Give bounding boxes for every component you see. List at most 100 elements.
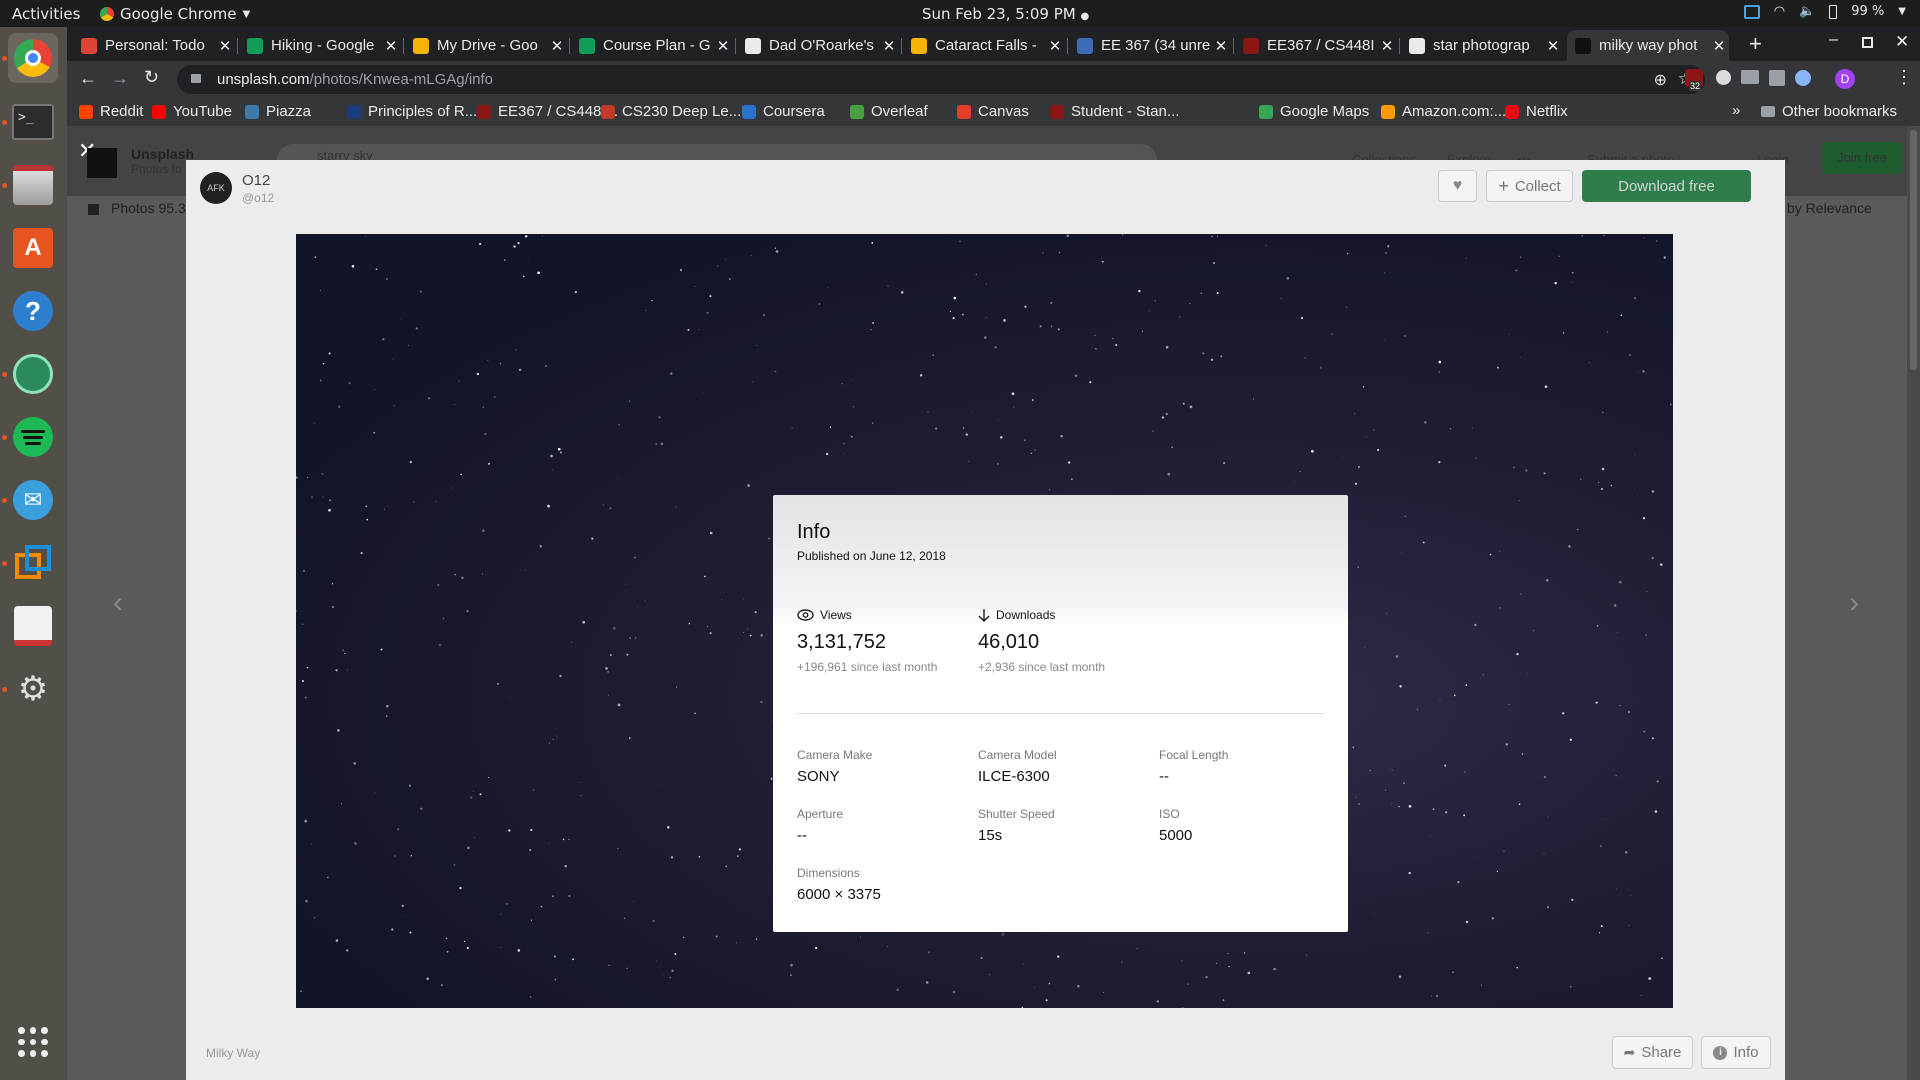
like-button[interactable]: ♥ <box>1438 170 1477 202</box>
url-path: /photos/Knwea-mLGAg/info <box>309 71 493 88</box>
install-icon[interactable]: ⊕ <box>1654 70 1667 90</box>
tab[interactable]: Dad O'Roarke's ✕ <box>737 30 899 61</box>
reload-icon[interactable]: ↻ <box>144 67 159 88</box>
new-tab-button[interactable]: + <box>1749 31 1762 57</box>
tab-close-icon[interactable]: ✕ <box>1377 37 1397 55</box>
bookmark[interactable]: Reddit <box>79 103 143 120</box>
chevron-down-icon: ▼ <box>1898 6 1906 17</box>
bookmark[interactable]: Piazza <box>245 103 311 120</box>
dock-mail[interactable]: ✉ <box>8 475 58 525</box>
extension-icon[interactable] <box>1741 70 1759 84</box>
system-tray[interactable]: ◠ 🔈 99 % ▼ <box>1743 4 1906 19</box>
close-window-button[interactable]: ✕ <box>1895 32 1909 52</box>
forward-arrow-icon[interactable]: → <box>111 68 129 89</box>
dock-help[interactable]: ? <box>8 286 58 336</box>
bg-photos-count[interactable]: Photos 95.3 <box>111 200 186 216</box>
dock-spotify[interactable] <box>8 412 58 462</box>
dock-vmware[interactable] <box>8 538 58 588</box>
volume-icon: 🔈 <box>1799 4 1816 19</box>
chrome-icon <box>14 39 52 77</box>
back-arrow-icon[interactable]: ← <box>79 68 97 89</box>
tab-close-icon[interactable]: ✕ <box>547 37 567 55</box>
next-photo-chevron-icon[interactable]: › <box>1849 586 1859 620</box>
bookmark[interactable]: Principles of R... <box>347 103 477 120</box>
tab[interactable]: Personal: Todo ✕ <box>73 30 235 61</box>
spec-iso: ISO 5000 <box>1159 807 1192 844</box>
dock-atom[interactable] <box>8 349 58 399</box>
dialog-title: Info <box>797 521 831 543</box>
extension-icon[interactable] <box>1769 70 1785 86</box>
file-cabinet-icon <box>13 165 53 205</box>
tab-favicon-icon <box>1575 37 1591 54</box>
dock-settings[interactable]: ⚙ <box>8 664 58 714</box>
tab-close-icon[interactable]: ✕ <box>215 37 235 55</box>
bookmark[interactable]: Overleaf <box>850 103 928 120</box>
bg-join[interactable]: Join free <box>1822 142 1902 174</box>
collect-button[interactable]: + Collect <box>1486 170 1573 202</box>
restore-button[interactable] <box>1862 37 1873 48</box>
avatar[interactable]: AFK <box>200 172 232 204</box>
bookmark[interactable]: CS230 Deep Le... <box>601 103 741 120</box>
bookmarks-overflow-icon[interactable]: » <box>1732 102 1740 119</box>
tab[interactable]: EE367 / CS448I ✕ <box>1235 30 1397 61</box>
extension-icon[interactable] <box>1716 70 1731 85</box>
other-bookmarks[interactable]: Other bookmarks <box>1761 103 1897 120</box>
other-bookmarks-label: Other bookmarks <box>1782 103 1898 120</box>
bookmark-label: Google Maps <box>1280 103 1370 120</box>
unsplash-logo-icon[interactable] <box>87 148 117 178</box>
tab-close-icon[interactable]: ✕ <box>1045 37 1065 55</box>
previous-photo-chevron-icon[interactable]: ‹ <box>113 586 123 620</box>
bookmark[interactable]: Canvas <box>957 103 1029 120</box>
tab-close-icon[interactable]: ✕ <box>1709 37 1729 55</box>
download-label: Download free <box>1618 177 1715 195</box>
tab-close-icon[interactable]: ✕ <box>1211 37 1231 55</box>
tab[interactable]: Course Plan - G ✕ <box>571 30 733 61</box>
dock-files[interactable] <box>8 160 58 210</box>
spec-focal-length: Focal Length -- <box>1159 748 1228 785</box>
tab[interactable]: Hiking - Google ✕ <box>239 30 401 61</box>
dock-software[interactable]: A <box>8 223 58 273</box>
extension-icon[interactable] <box>1795 70 1811 86</box>
scrollbar[interactable] <box>1907 126 1920 1080</box>
bookmark[interactable]: YouTube <box>152 103 232 120</box>
author-name[interactable]: O12 <box>242 172 270 189</box>
menu-kebab-icon[interactable]: ⋮ <box>1895 67 1913 88</box>
tab-close-icon[interactable]: ✕ <box>381 37 401 55</box>
spec-value: SONY <box>797 768 840 785</box>
tab-close-icon[interactable]: ✕ <box>879 37 899 55</box>
share-button[interactable]: ➦ Share <box>1612 1036 1693 1069</box>
bookmark[interactable]: Coursera <box>742 103 825 120</box>
activities-button[interactable]: Activities <box>12 5 80 23</box>
bookmark[interactable]: Google Maps <box>1259 103 1369 120</box>
bookmark[interactable]: Netflix <box>1505 103 1568 120</box>
bookmark[interactable]: Student - Stan... <box>1050 103 1179 120</box>
profile-avatar[interactable]: D <box>1835 69 1855 89</box>
dock-terminal[interactable]: >_ <box>8 97 58 147</box>
views-label: Views <box>820 608 852 622</box>
dock-chrome[interactable] <box>8 33 58 83</box>
dock-pdf-viewer[interactable] <box>8 601 58 651</box>
battery-label: 99 % <box>1851 4 1885 19</box>
show-applications-button[interactable] <box>8 1017 58 1067</box>
minimize-button[interactable]: – <box>1829 31 1838 49</box>
spec-label: Dimensions <box>797 866 860 880</box>
tab[interactable]: Cataract Falls - ✕ <box>903 30 1065 61</box>
bookmark[interactable]: EE367 / CS448I... <box>477 103 618 120</box>
tab[interactable]: star photograp ✕ <box>1401 30 1563 61</box>
author-handle[interactable]: @o12 <box>242 191 274 205</box>
bg-sort[interactable]: by Relevance <box>1787 200 1872 216</box>
app-menu[interactable]: Google Chrome ▼ <box>100 5 250 23</box>
info-button[interactable]: i Info <box>1701 1036 1771 1069</box>
clock[interactable]: Sun Feb 23, 5:09 PM ● <box>922 5 1089 23</box>
bookmark-favicon-icon <box>79 104 93 119</box>
tab[interactable]: milky way phot ✕ <box>1567 30 1729 61</box>
app-menu-label: Google Chrome <box>120 5 237 23</box>
tab[interactable]: My Drive - Goo ✕ <box>405 30 567 61</box>
bookmark[interactable]: Amazon.com:... <box>1381 103 1506 120</box>
address-bar[interactable]: unsplash.com/photos/Knwea-mLGAg/info ⊕ ☆ <box>177 65 1705 94</box>
tab[interactable]: EE 367 (34 unre ✕ <box>1069 30 1231 61</box>
tab-close-icon[interactable]: ✕ <box>1543 37 1563 55</box>
tab-close-icon[interactable]: ✕ <box>713 37 733 55</box>
tab-title: Course Plan - G <box>603 37 711 54</box>
download-button[interactable]: Download free <box>1582 170 1751 202</box>
